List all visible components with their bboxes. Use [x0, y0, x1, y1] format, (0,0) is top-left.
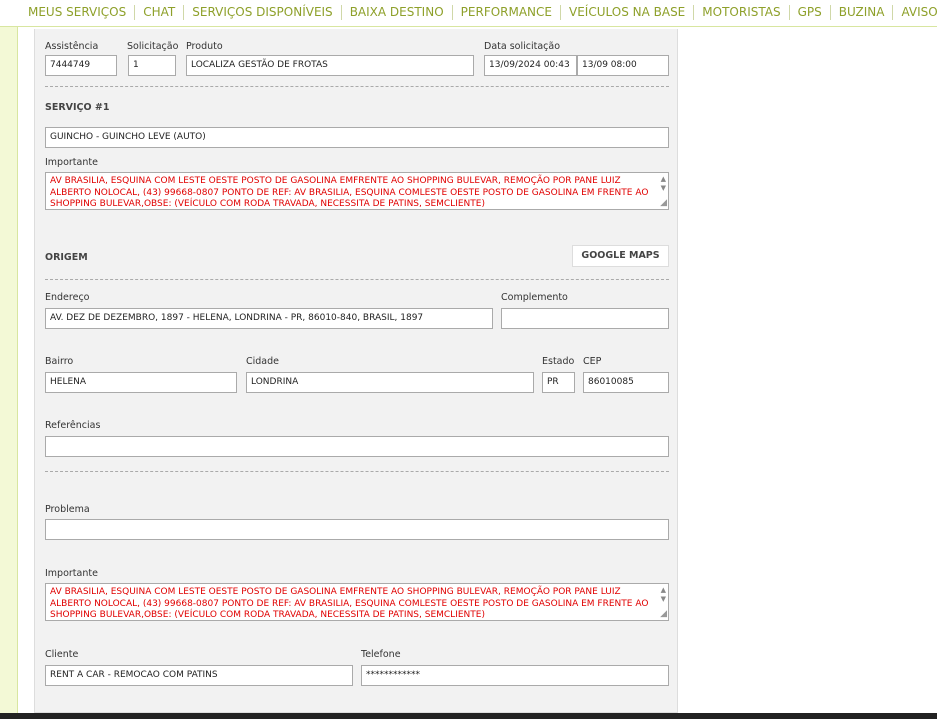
scroll-arrows-icon[interactable]: ▲ ▼: [661, 175, 666, 193]
importante-textarea-2[interactable]: AV BRASILIA, ESQUINA COM LESTE OESTE POS…: [45, 583, 669, 621]
servico-tipo-field[interactable]: GUINCHO - GUINCHO LEVE (AUTO): [45, 127, 669, 148]
cliente-field[interactable]: RENT A CAR - REMOCAO COM PATINS: [45, 665, 353, 686]
telefone-field[interactable]: ************: [361, 665, 669, 686]
produto-label: Produto: [186, 41, 223, 52]
assistencia-field[interactable]: 7444749: [45, 55, 117, 76]
estado-label: Estado: [542, 356, 575, 367]
nav-gps[interactable]: GPS: [790, 5, 831, 20]
origem-title: ORIGEM: [45, 252, 88, 263]
top-nav: MEUS SERVIÇOS CHAT SERVIÇOS DISPONÍVEIS …: [0, 0, 937, 27]
endereco-field[interactable]: AV. DEZ DE DEZEMBRO, 1897 - HELENA, LOND…: [45, 308, 493, 329]
importante-label-2: Importante: [45, 568, 98, 579]
solicitacao-field[interactable]: 1: [128, 55, 176, 76]
complemento-label: Complemento: [501, 292, 568, 303]
endereco-label: Endereço: [45, 292, 90, 303]
referencias-label: Referências: [45, 420, 101, 431]
data-solicitacao-field[interactable]: 13/09/2024 00:43: [484, 55, 577, 76]
nav-buzina[interactable]: BUZINA: [831, 5, 894, 20]
service-detail-panel: Assistência 7444749 Solicitação 1 Produt…: [34, 29, 678, 713]
nav-meus-servicos[interactable]: MEUS SERVIÇOS: [20, 5, 136, 20]
data-solicitacao-label: Data solicitação: [484, 41, 561, 52]
problema-label: Problema: [45, 504, 90, 515]
nav-performance[interactable]: PERFORMANCE: [453, 5, 561, 20]
nav-chat[interactable]: CHAT: [135, 5, 185, 20]
data-previsao-field[interactable]: 13/09 08:00: [577, 55, 669, 76]
complemento-field[interactable]: [501, 308, 669, 329]
resize-grip-icon[interactable]: ◢: [660, 609, 667, 621]
cidade-field[interactable]: LONDRINA: [246, 372, 534, 393]
nav-avisos[interactable]: AVISOS: [893, 5, 937, 20]
bairro-label: Bairro: [45, 356, 74, 367]
nav-servicos-disponiveis[interactable]: SERVIÇOS DISPONÍVEIS: [184, 5, 342, 20]
divider: [45, 279, 669, 280]
problema-field[interactable]: [45, 519, 669, 540]
divider: [45, 86, 669, 87]
scroll-arrows-icon[interactable]: ▲ ▼: [661, 586, 666, 604]
divider: [45, 471, 669, 472]
importante-text-2: AV BRASILIA, ESQUINA COM LESTE OESTE POS…: [50, 587, 649, 620]
bairro-field[interactable]: HELENA: [45, 372, 237, 393]
importante-text: AV BRASILIA, ESQUINA COM LESTE OESTE POS…: [50, 176, 649, 209]
produto-field[interactable]: LOCALIZA GESTÃO DE FROTAS: [186, 55, 474, 76]
referencias-field[interactable]: [45, 436, 669, 457]
estado-field[interactable]: PR: [542, 372, 575, 393]
telefone-label: Telefone: [361, 649, 401, 660]
importante-textarea[interactable]: AV BRASILIA, ESQUINA COM LESTE OESTE POS…: [45, 172, 669, 210]
solicitacao-label: Solicitação: [127, 41, 179, 52]
assistencia-label: Assistência: [45, 41, 99, 52]
importante-label: Importante: [45, 157, 98, 168]
resize-grip-icon[interactable]: ◢: [660, 198, 667, 210]
nav-motoristas[interactable]: MOTORISTAS: [694, 5, 790, 20]
nav-baixa-destino[interactable]: BAIXA DESTINO: [342, 5, 453, 20]
bottom-bar: [0, 713, 937, 719]
cidade-label: Cidade: [246, 356, 279, 367]
google-maps-button[interactable]: GOOGLE MAPS: [572, 245, 669, 267]
servico-title: SERVIÇO #1: [45, 102, 110, 113]
left-sidebar-strip: [0, 0, 18, 713]
cep-label: CEP: [583, 356, 602, 367]
cep-field[interactable]: 86010085: [583, 372, 669, 393]
cliente-label: Cliente: [45, 649, 79, 660]
nav-veiculos-na-base[interactable]: VEÍCULOS NA BASE: [561, 5, 695, 20]
